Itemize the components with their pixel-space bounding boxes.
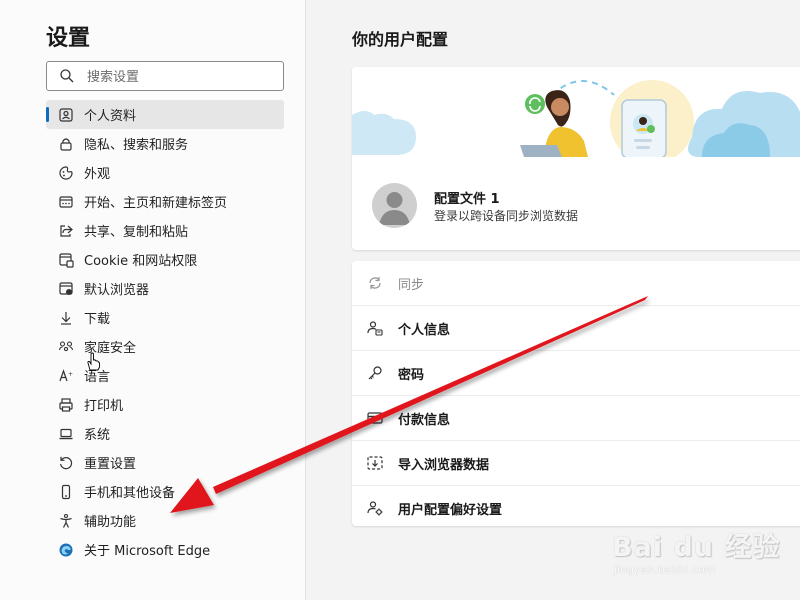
option-label: 同步 <box>398 277 425 293</box>
nav-item-label: Cookie 和网站权限 <box>84 254 198 269</box>
baidu-jingyan-watermark: Bai du 经验 jingyan.baidu.com <box>612 525 779 585</box>
profile-name: 配置文件 1 <box>434 192 500 207</box>
option-label: 个人信息 <box>398 322 451 338</box>
edge-logo-icon <box>58 542 74 558</box>
nav-item-start-home[interactable]: 开始、主页和新建标签页 <box>46 187 284 216</box>
option-label: 导入浏览器数据 <box>398 457 490 473</box>
option-label: 用户配置偏好设置 <box>398 502 503 518</box>
nav-item-label: 下载 <box>84 312 111 327</box>
settings-sidebar: 设置 个人资料 隐私、搜索和服务 外观 <box>0 0 306 600</box>
language-icon: + <box>58 368 74 384</box>
nav-item-downloads[interactable]: 下载 <box>46 303 284 332</box>
import-icon <box>366 454 384 472</box>
nav-item-about-edge[interactable]: 关于 Microsoft Edge <box>46 535 284 564</box>
nav-item-label: 开始、主页和新建标签页 <box>84 196 228 211</box>
nav-item-label: 手机和其他设备 <box>84 486 176 501</box>
profile-card: 配置文件 1 登录以跨设备同步浏览数据 <box>352 67 800 250</box>
laptop-icon <box>58 426 74 442</box>
profile-sign-in-prompt: 登录以跨设备同步浏览数据 <box>434 209 579 223</box>
avatar[interactable] <box>372 183 417 228</box>
search-input[interactable] <box>85 66 279 88</box>
profile-options-list: 同步 个人信息 密码 付款信息 导入浏览器数据 用户配置偏好设置 <box>352 261 800 526</box>
lock-icon <box>58 136 74 152</box>
nav-item-label: 个人资料 <box>84 109 137 124</box>
accessibility-icon <box>58 513 74 529</box>
profile-preferences-icon <box>366 499 384 517</box>
download-icon <box>58 310 74 326</box>
page-title: 你的用户配置 <box>352 30 449 49</box>
nav-item-label: 隐私、搜索和服务 <box>84 138 189 153</box>
option-passwords[interactable]: 密码 <box>352 351 800 396</box>
default-browser-icon <box>58 281 74 297</box>
nav-item-label: 外观 <box>84 167 111 182</box>
site-permissions-icon <box>58 252 74 268</box>
option-import-data[interactable]: 导入浏览器数据 <box>352 441 800 486</box>
appearance-icon <box>58 165 74 181</box>
hand-cursor-icon <box>87 352 100 371</box>
nav-item-privacy[interactable]: 隐私、搜索和服务 <box>46 129 284 158</box>
option-profile-preferences[interactable]: 用户配置偏好设置 <box>352 486 800 530</box>
key-icon <box>366 364 384 382</box>
nav-item-printers[interactable]: 打印机 <box>46 390 284 419</box>
settings-nav: 个人资料 隐私、搜索和服务 外观 开始、主页和新建标签页 共享、复制和粘贴 Co… <box>46 100 284 564</box>
nav-item-default-browser[interactable]: 默认浏览器 <box>46 274 284 303</box>
svg-text:+: + <box>68 371 73 378</box>
nav-item-appearance[interactable]: 外观 <box>46 158 284 187</box>
option-label: 密码 <box>398 367 425 383</box>
nav-item-system[interactable]: 系统 <box>46 419 284 448</box>
nav-item-profile[interactable]: 个人资料 <box>46 100 284 129</box>
nav-item-label: 关于 Microsoft Edge <box>84 544 211 559</box>
option-label: 付款信息 <box>398 412 451 428</box>
nav-item-family[interactable]: 家庭安全 <box>46 332 284 361</box>
search-icon <box>60 69 74 83</box>
phone-icon <box>58 484 74 500</box>
share-icon <box>58 223 74 239</box>
nav-item-label: 共享、复制和粘贴 <box>84 225 189 240</box>
home-tab-icon <box>58 194 74 210</box>
reset-icon <box>58 455 74 471</box>
nav-item-label: 辅助功能 <box>84 515 137 530</box>
printer-icon <box>58 397 74 413</box>
option-payment-info[interactable]: 付款信息 <box>352 396 800 441</box>
sync-icon <box>366 274 384 292</box>
settings-title: 设置 <box>46 26 91 51</box>
watermark-url: jingyan.baidu.com <box>614 563 716 576</box>
profile-banner-illustration <box>352 67 800 157</box>
nav-item-share[interactable]: 共享、复制和粘贴 <box>46 216 284 245</box>
option-sync[interactable]: 同步 <box>352 261 800 306</box>
nav-item-label: 默认浏览器 <box>84 283 150 298</box>
profile-icon <box>58 107 74 123</box>
search-box[interactable] <box>46 61 284 91</box>
nav-item-label: 打印机 <box>84 399 124 414</box>
nav-item-cookies[interactable]: Cookie 和网站权限 <box>46 245 284 274</box>
nav-item-accessibility[interactable]: 辅助功能 <box>46 506 284 535</box>
nav-item-reset[interactable]: 重置设置 <box>46 448 284 477</box>
nav-item-label: 重置设置 <box>84 457 137 472</box>
nav-item-phone[interactable]: 手机和其他设备 <box>46 477 284 506</box>
card-icon <box>366 409 384 427</box>
personal-info-icon <box>366 319 384 337</box>
family-icon <box>58 339 74 355</box>
option-personal-info[interactable]: 个人信息 <box>352 306 800 351</box>
watermark-logo: Bai du 经验 <box>612 532 781 563</box>
nav-item-language[interactable]: + 语言 <box>46 361 284 390</box>
nav-item-label: 系统 <box>84 428 111 443</box>
